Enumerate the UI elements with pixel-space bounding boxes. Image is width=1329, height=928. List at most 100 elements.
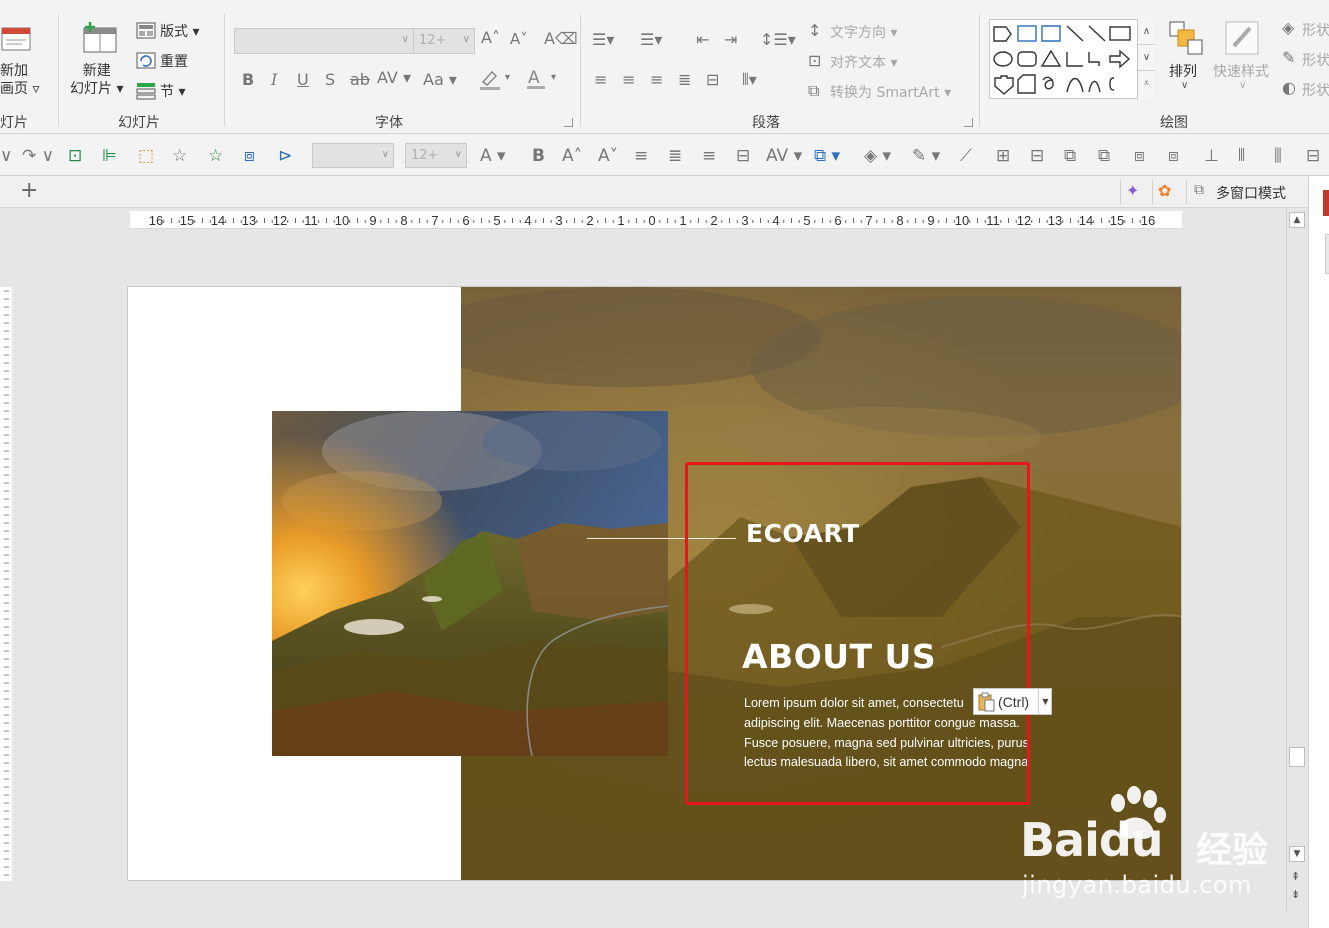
distributed-icon[interactable]: ⊟ — [736, 146, 750, 166]
strikethrough-icon[interactable]: ab — [350, 70, 370, 89]
align-middle-icon[interactable]: ⊥ — [1204, 146, 1219, 166]
grow-font-icon[interactable]: A˄ — [481, 28, 500, 47]
new-page-button[interactable]: 新加 画页 ▿ — [0, 18, 50, 103]
group-icon[interactable]: ⧉ — [1064, 146, 1076, 166]
media-icon[interactable]: ⊳ — [278, 146, 292, 166]
font-size-combo[interactable]: 12+ ∨ — [413, 28, 475, 54]
char-spacing-icon[interactable]: AV ▾ — [377, 68, 411, 87]
edit-shape-icon[interactable]: ⟋ — [960, 146, 972, 166]
smartart-icon[interactable]: ⧉ — [808, 81, 819, 101]
clear-format-icon[interactable]: A⌫ — [544, 29, 578, 48]
new-slide-button[interactable]: 新建 幻灯片 ▾ — [68, 18, 132, 103]
numbering-icon[interactable]: ☰▾ — [640, 30, 662, 49]
multi-window-label[interactable]: 多窗口模式 — [1216, 183, 1286, 203]
grow-font-icon[interactable]: A˄ — [562, 146, 582, 166]
magic-icon[interactable]: ✦ — [1126, 181, 1139, 200]
bullets-icon[interactable]: ☰▾ — [592, 30, 614, 49]
justify-icon[interactable]: ≣ — [668, 146, 682, 166]
char-spacing-icon[interactable]: AV ▾ — [766, 146, 802, 166]
scroll-up-icon[interactable]: ▲ — [1289, 212, 1305, 228]
bold-icon[interactable]: B — [242, 70, 254, 89]
align-left-icon[interactable]: ≡ — [702, 146, 716, 166]
qat-font-combo[interactable]: ∨ — [312, 143, 394, 168]
paste-options-button[interactable]: (Ctrl) ▼ — [973, 688, 1052, 715]
bold-icon[interactable]: B — [532, 146, 545, 166]
line-spacing-icon[interactable]: ↕☰▾ — [760, 30, 796, 49]
section-button[interactable]: 节 ▾ — [136, 80, 212, 102]
settings-flower-icon[interactable]: ✿ — [1158, 181, 1171, 200]
star-icon[interactable]: ☆ — [208, 146, 223, 166]
scroll-down-icon[interactable]: ∨ — [1138, 45, 1155, 71]
align-objects-icon[interactable]: ⊟ — [1030, 146, 1044, 166]
justify-icon[interactable]: ≣ — [678, 70, 691, 89]
shape-effects-icon[interactable]: ◐ — [1282, 78, 1296, 97]
shadow-icon[interactable]: S — [325, 70, 335, 89]
bring-forward-icon[interactable]: ⧈ — [1134, 146, 1145, 166]
text-direction-icon[interactable]: ↕ — [808, 21, 821, 40]
gallery-expand-icon[interactable]: ⩡ — [1138, 71, 1155, 97]
chevron-down-icon[interactable]: ▼ — [1038, 689, 1052, 714]
shape-fill-icon[interactable]: ◈ — [1282, 18, 1294, 37]
mountain-photo[interactable] — [272, 411, 668, 756]
distribute-h-icon[interactable]: ⫴ — [1238, 146, 1245, 166]
shrink-font-icon[interactable]: A˅ — [510, 30, 528, 48]
next-slide-icon[interactable]: ⇟ — [1291, 888, 1300, 901]
shape-fill-icon[interactable]: ◈ ▾ — [864, 146, 891, 166]
arrange-button[interactable]: 排列 ∨ — [1164, 18, 1208, 98]
shapes-gallery[interactable] — [989, 19, 1155, 99]
align-center-icon[interactable]: ≡ — [634, 146, 648, 166]
present-icon[interactable]: ⊡ — [68, 146, 82, 166]
scroll-up-icon[interactable]: ∧ — [1138, 19, 1155, 45]
shrink-font-icon[interactable]: A˅ — [598, 146, 618, 166]
select-icon[interactable]: ⬚ — [138, 146, 154, 166]
highlight-icon[interactable] — [478, 68, 502, 90]
text-direction-label[interactable]: 文字方向 ▾ — [830, 22, 897, 42]
italic-icon[interactable]: I — [271, 70, 277, 89]
smartart-label[interactable]: 转换为 SmartArt ▾ — [830, 82, 951, 102]
shape-effects-label[interactable]: 形状 — [1302, 80, 1329, 100]
redo-icon[interactable]: ↷ ∨ — [22, 146, 54, 166]
increase-indent-icon[interactable]: ⇥ — [724, 30, 737, 49]
underline-icon[interactable]: U — [297, 70, 309, 89]
align-right-icon[interactable]: ≡ — [650, 70, 663, 89]
prev-slide-icon[interactable]: ⇞ — [1291, 870, 1300, 883]
quick-styles-button[interactable]: 快速样式 ∨ — [1210, 18, 1278, 98]
chevron-down-icon[interactable]: ▾ — [551, 72, 556, 83]
align-text-label[interactable]: 对齐文本 ▾ — [830, 52, 897, 72]
font-family-combo[interactable]: ∨ — [234, 28, 414, 54]
font-dialog-launcher[interactable] — [564, 118, 573, 127]
distribute-v-icon[interactable]: ⫼ — [1274, 146, 1282, 166]
insert-shape-icon[interactable]: ⧉ ▾ — [814, 146, 840, 166]
shape-fill-label[interactable]: 形状 — [1302, 20, 1329, 40]
shape-outline-label[interactable]: 形状 — [1302, 50, 1329, 70]
decrease-indent-icon[interactable]: ⇤ — [696, 30, 709, 49]
side-panel-tab[interactable] — [1325, 234, 1329, 274]
shapes-gallery-scroll[interactable]: ∧ ∨ ⩡ — [1137, 19, 1155, 99]
layout-button[interactable]: 版式 ▾ — [136, 20, 212, 42]
crop-icon[interactable]: ⊞ — [996, 146, 1010, 166]
font-color-icon[interactable]: A — [525, 68, 547, 90]
horizontal-ruler[interactable]: 16 15 14 13 12 11 10 9 8 7 6 5 4 3 2 1 0 1 2 3 4 5 6 7 8 9 10 11 12 1… — [130, 211, 1182, 229]
multi-window-icon[interactable]: ⧉ — [1194, 182, 1204, 198]
timeline-icon[interactable]: ⊫ — [102, 146, 117, 166]
reset-button[interactable]: 重置 — [136, 50, 212, 72]
star-outline-icon[interactable]: ☆ — [172, 146, 187, 166]
paragraph-dialog-launcher[interactable] — [964, 118, 973, 127]
add-tab-button[interactable]: + — [20, 178, 38, 203]
change-case-icon[interactable]: Aa ▾ — [423, 70, 457, 89]
vertical-ruler[interactable] — [0, 287, 12, 881]
send-backward-icon[interactable]: ⧈ — [1168, 146, 1179, 166]
chevron-down-icon[interactable]: ▾ — [505, 72, 510, 83]
shape-outline-icon[interactable]: ✎ — [1282, 48, 1295, 67]
scroll-thumb[interactable] — [1289, 747, 1305, 767]
columns-icon[interactable]: ⫴▾ — [742, 70, 757, 90]
textbox-icon[interactable]: ⧈ — [244, 146, 255, 166]
chevron-down-icon[interactable]: ∨ — [0, 146, 12, 166]
qat-size-combo[interactable]: 12+ ∨ — [405, 143, 467, 168]
align-center-icon[interactable]: ≡ — [622, 70, 635, 89]
scroll-down-icon[interactable]: ▼ — [1289, 846, 1305, 862]
ungroup-icon[interactable]: ⧉ — [1098, 146, 1110, 166]
font-color-icon[interactable]: A ▾ — [480, 146, 506, 166]
more-tools-icon[interactable]: ⊟ — [1306, 146, 1320, 166]
vertical-scrollbar[interactable]: ▲ ▼ ⇞ ⇟ — [1286, 210, 1306, 910]
